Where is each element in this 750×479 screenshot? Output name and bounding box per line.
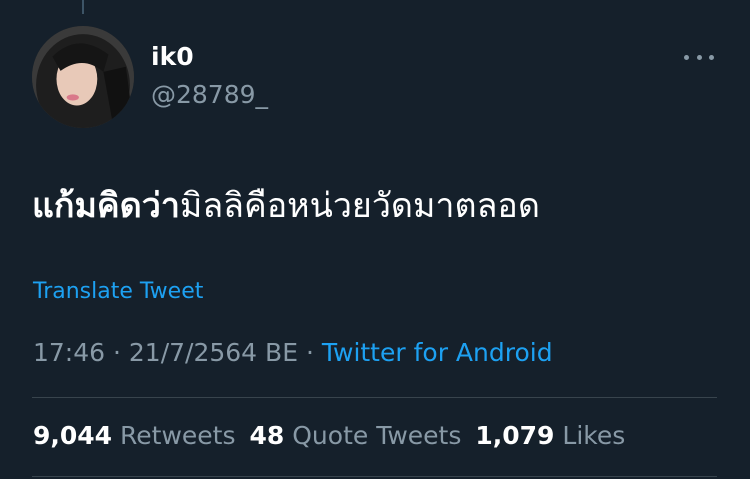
likes-count: 1,079 bbox=[475, 421, 555, 450]
quote-tweets-stat[interactable]: 48 Quote Tweets bbox=[250, 421, 462, 450]
avatar[interactable] bbox=[32, 26, 134, 128]
tweet-time[interactable]: 17:46 bbox=[33, 338, 105, 367]
tweet-stats: 9,044 Retweets 48 Quote Tweets 1,079 Likes bbox=[33, 421, 625, 450]
meta-separator: · bbox=[305, 338, 314, 367]
retweets-stat[interactable]: 9,044 Retweets bbox=[33, 421, 236, 450]
quotes-count: 48 bbox=[249, 421, 285, 450]
tweet-source-link[interactable]: Twitter for Android bbox=[322, 338, 553, 367]
likes-stat[interactable]: 1,079 Likes bbox=[475, 421, 625, 450]
likes-label: Likes bbox=[562, 421, 626, 450]
more-dot bbox=[696, 54, 702, 60]
more-dot bbox=[684, 54, 689, 60]
avatar-image bbox=[32, 26, 134, 128]
retweets-count: 9,044 bbox=[33, 421, 113, 450]
more-horizontal-icon[interactable] bbox=[684, 50, 714, 64]
thread-connector-line bbox=[82, 0, 84, 14]
divider bbox=[32, 476, 717, 477]
more-dot bbox=[709, 54, 714, 60]
quotes-label: Quote Tweets bbox=[292, 421, 462, 450]
retweets-label: Retweets bbox=[120, 421, 236, 450]
tweet-text-rest: มิลลิคือหน่วยวัดมาตลอด bbox=[179, 186, 540, 226]
tweet-text: แก้มคิดว่ามิลลิคือหน่วยวัดมาตลอด bbox=[32, 178, 540, 232]
translate-tweet-link[interactable]: Translate Tweet bbox=[33, 279, 203, 304]
tweet-meta: 17:46 · 21/7/2564 BE · Twitter for Andro… bbox=[33, 338, 553, 367]
tweet-text-bold: แก้มคิดว่า bbox=[32, 186, 180, 226]
display-name[interactable]: ik0 bbox=[151, 42, 194, 71]
meta-separator: · bbox=[113, 338, 121, 367]
tweet-date[interactable]: 21/7/2564 BE bbox=[129, 338, 298, 367]
divider bbox=[32, 397, 717, 398]
user-handle[interactable]: @28789_ bbox=[151, 80, 268, 109]
